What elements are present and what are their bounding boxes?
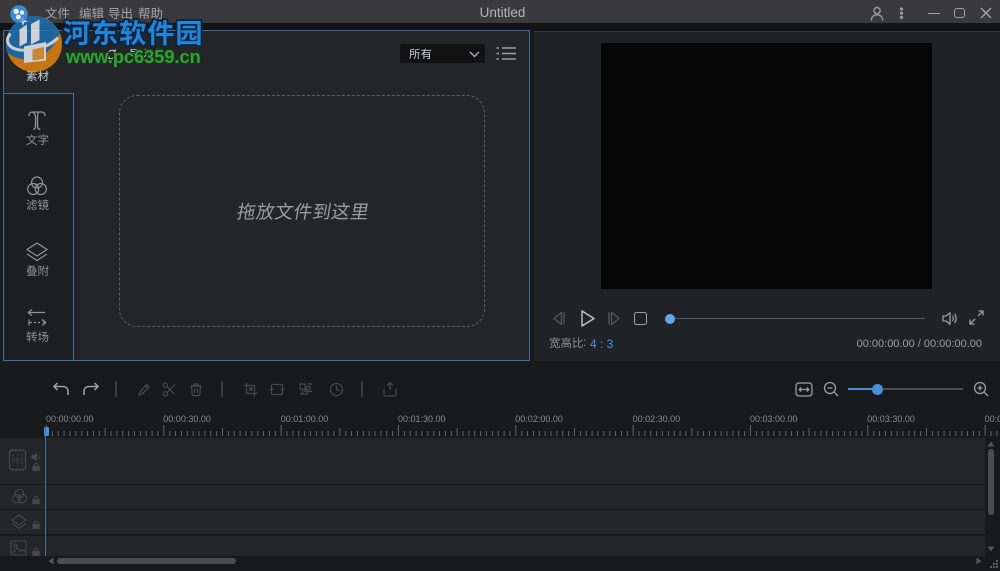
svg-text:www.pc6359.cn: www.pc6359.cn — [65, 47, 201, 67]
